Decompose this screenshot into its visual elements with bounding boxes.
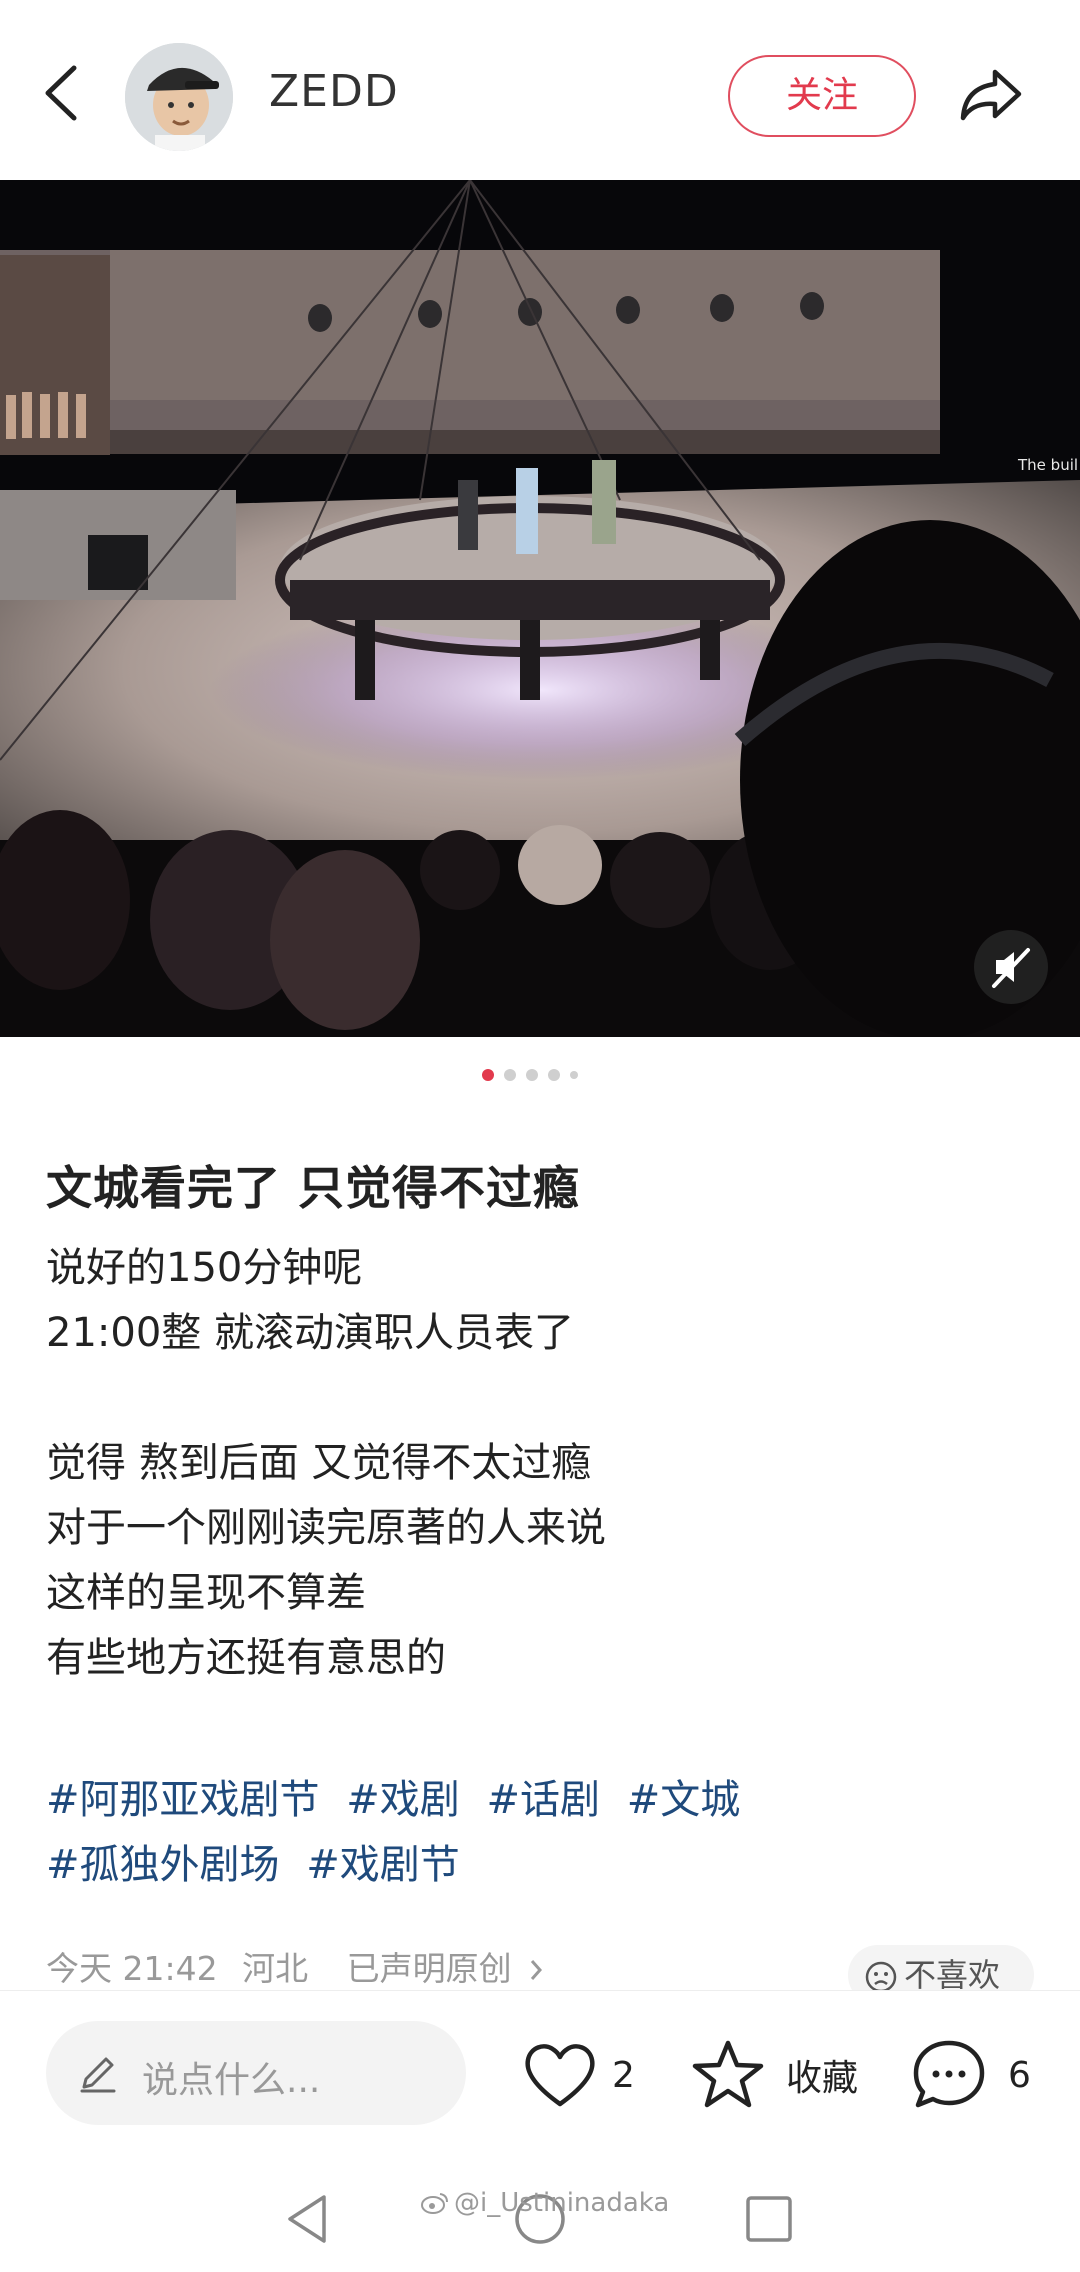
comment-placeholder: 说点什么... [142,2060,321,2101]
nav-back-icon[interactable] [284,2192,330,2246]
chevron-right-icon [530,1960,543,1980]
indicator-dot [504,1069,516,1081]
indicator-dot [570,1071,578,1079]
heart-icon [525,2044,595,2107]
mute-icon [992,948,1030,988]
body-line: 这样的呈现不算差 [46,1570,366,1616]
body-line: 有些地方还挺有意思的 [46,1635,446,1681]
hashtags: #阿那亚戏剧节 #戏剧 #话剧 #文城 #孤独外剧场 #戏剧节 [46,1768,754,1898]
top-bar: ZEDD 关注 [0,0,1080,180]
follow-button[interactable]: 关注 [728,55,916,137]
watermark-text: @i_Ustininadaka [454,2188,670,2218]
stage-photo: The buil [0,180,1080,1037]
hashtag-link[interactable]: #文城 [627,1777,741,1823]
post-time: 今天 21:42 [46,1949,218,1988]
comment-button[interactable]: 6 [910,2035,1031,2115]
screen-text: The buil [1017,456,1078,474]
avatar[interactable] [125,43,233,151]
like-count: 2 [612,2054,635,2096]
body-line: 21:00整 就滚动演职人员表了 [46,1310,574,1356]
hashtag-link[interactable]: #戏剧节 [306,1842,460,1888]
body-line: 对于一个刚刚读完原著的人来说 [46,1505,606,1551]
original-declaration-label: 已声明原创 [346,1949,512,1988]
post-title: 文城看完了 只觉得不过瘾 [46,1161,581,1215]
bottom-action-bar: 说点什么... 2 收藏 6 [0,1990,1080,2151]
weibo-logo-icon [421,2193,448,2214]
avatar-image [125,43,233,151]
post-page: ZEDD 关注 The buil 文城看完了 只觉得不过瘾 说好的150分钟呢 … [0,0,1080,2272]
comment-input[interactable]: 说点什么... [46,2021,466,2125]
post-image[interactable]: The buil [0,180,1080,1037]
original-declaration-link[interactable]: 已声明原创 [347,1949,545,1988]
like-button[interactable]: 2 [522,2035,635,2115]
username[interactable]: ZEDD [269,66,399,117]
hashtag-link[interactable]: #阿那亚戏剧节 [46,1777,320,1823]
mute-button[interactable] [974,930,1048,1004]
indicator-dot [548,1069,560,1081]
hashtag-link[interactable]: #孤独外剧场 [46,1842,280,1888]
body-line: 觉得 熬到后面 又觉得不太过瘾 [46,1440,592,1486]
nav-recents-icon[interactable] [744,2194,794,2244]
frown-face-icon [865,1961,897,1993]
back-arrow-icon[interactable] [38,60,84,126]
indicator-dot-active [482,1069,494,1081]
pencil-icon [80,2057,116,2093]
dislike-label: 不喜欢 [904,1956,1001,1994]
post-body: 说好的150分钟呢 21:00整 就滚动演职人员表了 觉得 熬到后面 又觉得不太… [46,1236,606,1691]
comment-bubble-icon [913,2040,985,2108]
star-icon [692,2040,764,2108]
image-indicator [482,1068,578,1082]
body-line [46,1366,606,1431]
body-line: 说好的150分钟呢 [46,1245,363,1291]
comment-count: 6 [1008,2054,1031,2096]
collect-button[interactable]: 收藏 [690,2035,858,2115]
watermark: @i_Ustininadaka [420,2188,669,2218]
hashtag-link[interactable]: #戏剧 [346,1777,460,1823]
indicator-dot [526,1069,538,1081]
collect-label: 收藏 [786,2058,859,2099]
share-icon[interactable] [955,60,1027,132]
post-meta: 今天 21:42 河北 已声明原创 [46,1942,544,1990]
post-location: 河北 [242,1949,309,1988]
hashtag-link[interactable]: #话剧 [486,1777,600,1823]
